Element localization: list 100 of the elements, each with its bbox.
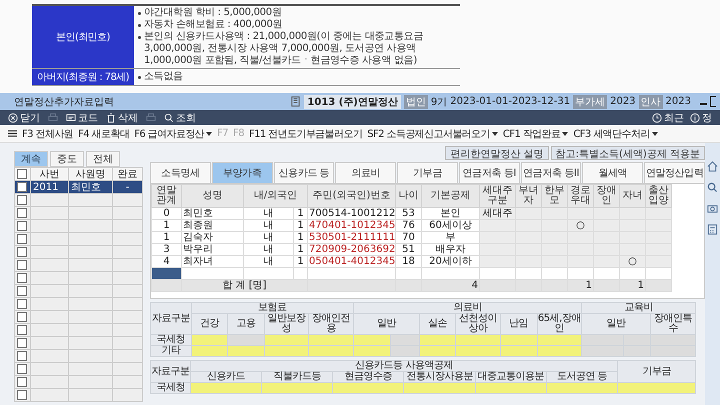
- column-header: 부녀자: [518, 185, 538, 206]
- toolbar-button[interactable]: 삭제: [106, 110, 138, 124]
- checkbox[interactable]: [17, 247, 27, 257]
- company-name: 1013 (주)연말정산: [304, 94, 401, 108]
- window-title: 연말정산추가자료입력: [14, 96, 114, 108]
- row-header: 기타: [161, 345, 180, 356]
- table-cell: 18: [402, 256, 415, 267]
- column-header: 장애인특수: [654, 313, 692, 334]
- checkbox[interactable]: [17, 325, 27, 335]
- function-button[interactable]: CF3 세액단수처리: [573, 126, 658, 140]
- column-header: 선천성이상아: [459, 313, 498, 334]
- tab[interactable]: 중도: [50, 151, 84, 167]
- tab[interactable]: 연금저축 등I: [458, 162, 520, 183]
- function-button[interactable]: F3 전체사원: [22, 126, 74, 140]
- tab[interactable]: 월세액: [582, 162, 644, 183]
- table-cell: 1: [297, 220, 304, 231]
- table-cell: 2011: [33, 182, 58, 192]
- checkbox[interactable]: [17, 299, 27, 309]
- group-header: 보험료: [258, 302, 286, 313]
- function-button[interactable]: F11 전년도기부금불러오기: [248, 126, 362, 140]
- table-cell: 최민호: [71, 182, 101, 192]
- tab[interactable]: 계속: [14, 151, 48, 167]
- bullet-icon: [138, 12, 141, 15]
- checkbox[interactable]: [17, 364, 27, 374]
- checkbox[interactable]: [17, 351, 27, 361]
- function-button[interactable]: F6 급여자료정산: [134, 126, 212, 140]
- tab[interactable]: 의료비: [335, 162, 396, 183]
- row-label: 아버지(최종원 : 78세): [32, 68, 134, 86]
- toolbar-button[interactable]: 조회: [164, 110, 196, 124]
- checkbox[interactable]: [17, 286, 27, 296]
- table-cell: 1: [163, 232, 170, 243]
- camera-icon[interactable]: [707, 203, 718, 214]
- input-field[interactable]: [475, 382, 546, 394]
- period-value: 2023: [610, 96, 636, 107]
- column-header: 기본공제: [430, 190, 470, 201]
- input-field[interactable]: [618, 382, 696, 394]
- column-header: 성명: [202, 190, 222, 201]
- caret-icon: [492, 132, 498, 136]
- table-cell: 700514-1001212: [309, 208, 396, 219]
- message-icon: [66, 112, 76, 122]
- column-header: 일반: [606, 318, 626, 329]
- table-cell: 050401-4012345: [309, 256, 396, 267]
- table-cell: 내: [264, 244, 274, 255]
- function-button[interactable]: SF2 소득공제신고서불러오기: [367, 126, 498, 140]
- input-field[interactable]: [546, 382, 618, 394]
- checkbox[interactable]: [17, 169, 27, 179]
- period-value: 2023-01-01-2023-12-31: [450, 96, 570, 107]
- toolbar-button[interactable]: 최근: [652, 110, 684, 124]
- checkbox[interactable]: [17, 234, 27, 244]
- input-field[interactable]: [262, 382, 333, 394]
- column-header: 직불카드등: [273, 371, 321, 382]
- tab[interactable]: 연금저축 등II: [520, 162, 582, 183]
- tab[interactable]: 전체: [86, 151, 120, 167]
- column-header: 연말관계: [156, 185, 176, 206]
- function-button[interactable]: F4 새로확대: [78, 126, 130, 140]
- input-field[interactable]: [332, 382, 404, 394]
- checkbox[interactable]: [17, 377, 27, 387]
- search-icon[interactable]: [707, 182, 718, 193]
- function-button[interactable]: CF1 작업완료: [502, 126, 568, 140]
- column-header: 출산입양: [648, 185, 668, 206]
- checkbox[interactable]: [17, 312, 27, 322]
- checkbox[interactable]: [17, 338, 27, 348]
- table-cell: 76: [402, 220, 415, 231]
- table-cell: 1: [163, 220, 170, 231]
- table-cell: 내: [264, 232, 274, 243]
- tab[interactable]: 부양가족: [212, 162, 273, 183]
- tab[interactable]: 기부금: [397, 162, 458, 183]
- table-cell: 배우자: [436, 244, 466, 255]
- checkbox[interactable]: [17, 195, 27, 205]
- table-cell: 본인: [440, 208, 460, 219]
- toolbar-button[interactable]: 코드: [66, 110, 98, 124]
- calculator-icon[interactable]: [707, 224, 718, 235]
- column-header: 일반: [376, 318, 396, 329]
- checkbox[interactable]: [17, 182, 27, 192]
- toolbar-button[interactable]: 정: [690, 110, 712, 124]
- info-button[interactable]: 참고:특별소득(세액)공제 적용분: [550, 146, 705, 160]
- checkbox[interactable]: [17, 260, 27, 270]
- column-header: 대중교통이용분: [477, 371, 544, 382]
- menu-icon[interactable]: [8, 129, 17, 138]
- home-icon[interactable]: [707, 161, 718, 172]
- toolbar-button[interactable]: 닫기: [8, 110, 40, 124]
- minimize-icon[interactable]: [700, 102, 707, 104]
- column-header: 도서공연 등: [556, 371, 607, 382]
- tab[interactable]: 연말정산입력: [644, 162, 706, 183]
- info-button[interactable]: 편리한연말정산 설명: [445, 146, 549, 160]
- total-label: 합 계 [명]: [222, 280, 267, 291]
- tab[interactable]: 소득명세: [150, 162, 211, 183]
- input-field[interactable]: [190, 382, 262, 394]
- caret-icon: [652, 132, 658, 136]
- bullet-icon: [138, 36, 141, 39]
- input-field[interactable]: [404, 382, 476, 394]
- maximize-icon[interactable]: [710, 96, 716, 107]
- checkbox[interactable]: [17, 390, 27, 400]
- checkbox[interactable]: [17, 208, 27, 218]
- table-cell: 내: [264, 220, 274, 231]
- column-header: 장애인: [596, 185, 616, 206]
- table-cell: 세대주: [482, 208, 512, 219]
- checkbox[interactable]: [17, 221, 27, 231]
- checkbox[interactable]: [17, 273, 27, 283]
- tab[interactable]: 신용카드 등: [274, 162, 334, 183]
